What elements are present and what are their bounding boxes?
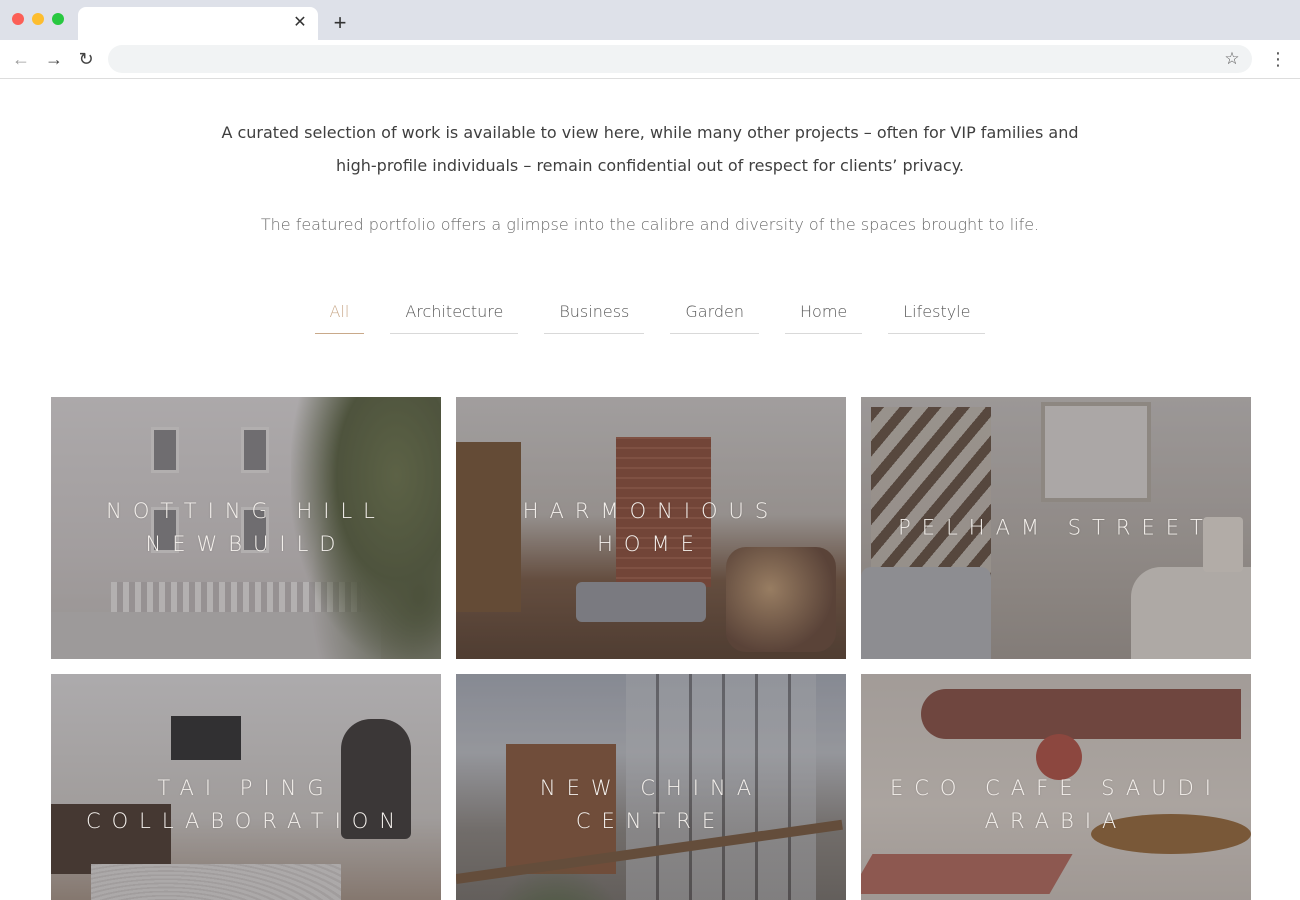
project-title: Eco Cafe Saudi Arabia [889, 776, 1222, 833]
project-tile-new-china-centre[interactable]: New China Centre [456, 674, 846, 900]
project-tile-pelham-street[interactable]: Pelham Street [861, 397, 1251, 659]
filter-lifestyle[interactable]: Lifestyle [888, 298, 986, 334]
tab-close-icon[interactable]: ✕ [291, 14, 309, 32]
project-tile-tai-ping[interactable]: Tai Ping Collaboration [51, 674, 441, 900]
project-title: Notting Hill Newbuild [106, 499, 386, 556]
window-minimize-dot[interactable] [32, 13, 44, 25]
filter-garden[interactable]: Garden [670, 298, 760, 334]
browser-titlebar: ✕ + [0, 0, 1300, 41]
browser-toolbar: ← → ↻ ☆ ⋮ [0, 40, 1300, 79]
address-bar[interactable]: ☆ [108, 45, 1252, 73]
intro-line-1: A curated selection of work is available… [221, 123, 1079, 142]
project-title: Tai Ping Collaboration [85, 776, 407, 833]
project-title: Pelham Street [898, 515, 1214, 540]
page-content: A curated selection of work is available… [0, 80, 1300, 900]
portfolio-filters: All Architecture Business Garden Home Li… [0, 298, 1300, 338]
browser-menu-icon[interactable]: ⋮ [1268, 48, 1288, 70]
bookmark-star-icon[interactable]: ☆ [1222, 48, 1242, 70]
browser-tab[interactable]: ✕ [78, 7, 318, 41]
project-title: Harmonious Home [522, 499, 780, 556]
project-tile-eco-cafe[interactable]: Eco Cafe Saudi Arabia [861, 674, 1251, 900]
back-arrow-icon[interactable]: ← [10, 48, 32, 70]
filter-business[interactable]: Business [544, 298, 645, 334]
portfolio-grid: Notting Hill Newbuild Harmonious Home Pe… [51, 397, 1251, 900]
new-tab-icon[interactable]: + [330, 12, 350, 34]
filter-home[interactable]: Home [785, 298, 863, 334]
reload-icon[interactable]: ↻ [75, 48, 97, 70]
project-tile-notting-hill[interactable]: Notting Hill Newbuild [51, 397, 441, 659]
forward-arrow-icon[interactable]: → [43, 48, 65, 70]
intro-line-2: high-profile individuals – remain confid… [336, 156, 964, 175]
filter-all[interactable]: All [314, 298, 365, 334]
project-tile-harmonious-home[interactable]: Harmonious Home [456, 397, 846, 659]
window-maximize-dot[interactable] [52, 13, 64, 25]
filter-architecture[interactable]: Architecture [390, 298, 519, 334]
project-title: New China Centre [539, 776, 763, 833]
intro-subtext: The featured portfolio offers a glimpse … [260, 215, 1040, 234]
intro-text: A curated selection of work is available… [200, 116, 1100, 182]
window-close-dot[interactable] [12, 13, 24, 25]
